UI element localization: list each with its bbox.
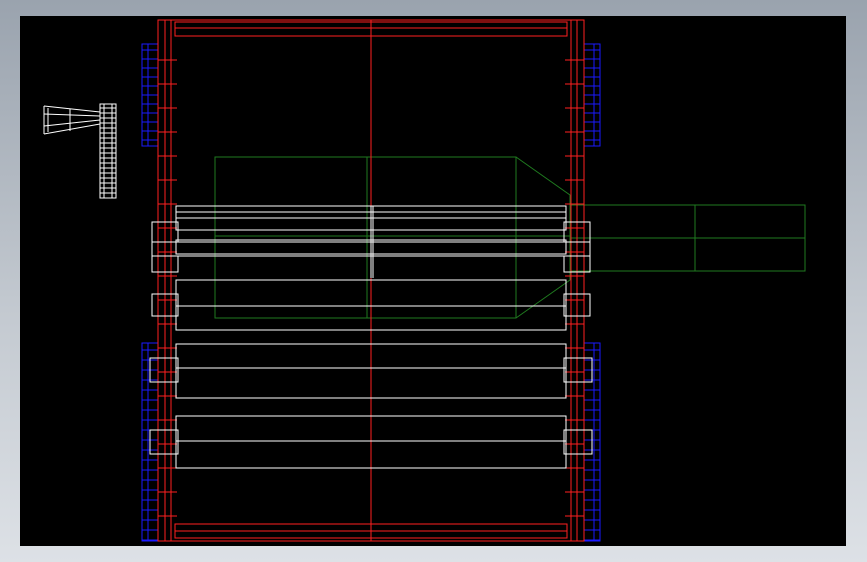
detail-view-drawing — [43, 103, 117, 199]
cad-drawing-viewport[interactable] — [20, 16, 846, 546]
drive-motor-outline — [214, 156, 806, 319]
machine-drawing — [43, 19, 806, 542]
